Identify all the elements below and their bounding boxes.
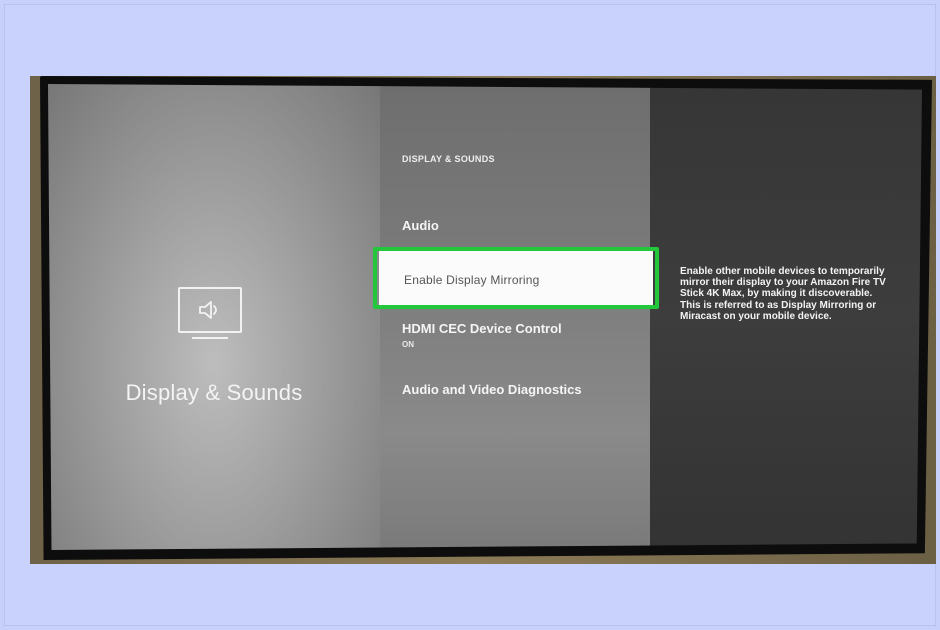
speaker-icon [199,301,217,319]
menu-item-label: Enable Display Mirroring [404,273,540,287]
menu-item-audio-video-diagnostics[interactable]: Audio and Video Diagnostics [402,382,582,397]
menu-item-audio[interactable]: Audio [402,218,439,233]
section-title: Display & Sounds [125,380,303,405]
menu-item-hdmi-cec[interactable]: HDMI CEC Device Control [402,321,562,336]
item-description: Enable other mobile devices to temporari… [680,266,886,322]
tv-speaker-icon [178,287,242,333]
menu-item-status: ON [402,340,414,349]
breadcrumb: DISPLAY & SOUNDS [402,154,495,164]
tv-screen: Display & Sounds DISPLAY & SOUNDS Audio … [48,84,922,550]
tv-stand-icon [192,337,228,339]
